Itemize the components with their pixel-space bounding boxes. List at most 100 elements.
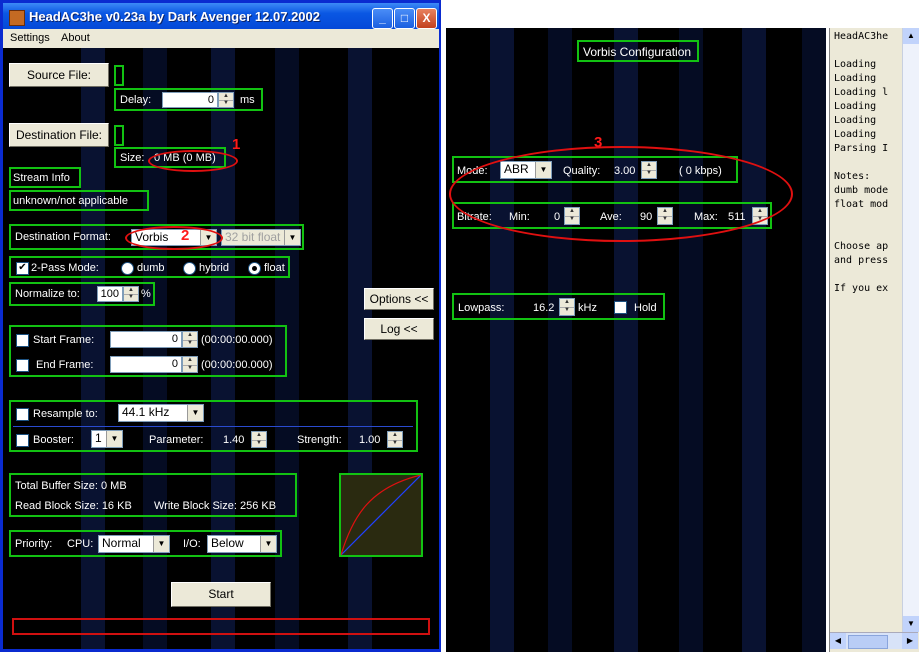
resample-select[interactable]: 44.1 kHz ▼ [118,404,204,422]
two-pass-checkbox[interactable]: ✔ [16,262,29,275]
destination-file-path [114,125,124,146]
scroll-up-icon[interactable]: ▲ [903,28,919,44]
stream-info-group: Stream Info [9,167,81,188]
priority-group: Priority: CPU: Normal ▼ I/O: Below ▼ [9,530,282,557]
resample-label: Resample to: [33,408,98,420]
lowpass-unit: kHz [578,302,597,314]
log-horizontal-scrollbar[interactable]: ◀ ▶ [830,632,918,649]
parameter-value: 1.40 [223,434,245,446]
normalize-input[interactable]: 100 [97,286,123,302]
stream-info-value: unknown/not applicable [13,195,128,207]
start-frame-input[interactable]: 0 [110,331,182,348]
delay-spinner[interactable]: ▲ ▼ [218,92,234,108]
size-label: Size: [120,152,145,164]
bit-format-value: 32 bit float [225,230,281,244]
main-panel: Source File: Delay: 0 ▲ ▼ ms Destination … [3,48,439,649]
start-frame-spinner[interactable]: ▲ ▼ [182,331,198,348]
normalize-spinner[interactable]: ▲ ▼ [123,286,139,302]
hold-label: Hold [634,302,657,314]
strength-value: 1.00 [359,434,381,446]
resample-value: 44.1 kHz [122,405,170,419]
booster-curve-graph [339,473,423,557]
end-frame-label: End Frame: [36,359,94,371]
end-frame-checkbox[interactable] [16,359,29,372]
minimize-button[interactable]: _ [372,8,393,29]
bit-format-select: 32 bit float ▼ [221,229,301,246]
booster-label: Booster: [33,434,74,446]
parameter-label: Parameter: [149,434,204,446]
strength-label: Strength: [297,434,342,446]
delay-label: Delay: [120,94,152,106]
stream-info-label: Stream Info [13,172,70,184]
lowpass-label: Lowpass: [458,302,505,314]
cpu-priority-value: Normal [102,536,141,550]
frames-group: Start Frame: 0 ▲ ▼ (00:00:00.000) End Fra… [9,325,287,377]
source-file-path [114,65,124,86]
total-buffer-text: Total Buffer Size: 0 MB [15,480,127,492]
annotation-ellipse-1 [148,150,238,172]
booster-value: 1 [95,431,102,445]
scroll-down-icon[interactable]: ▼ [903,616,919,632]
curve-plot [341,475,421,555]
menu-about[interactable]: About [61,32,90,44]
parameter-spinner[interactable]: ▲ ▼ [251,431,267,448]
title-bar[interactable]: HeadAC3he v0.23a by Dark Avenger 12.07.2… [3,3,439,29]
radio-dumb[interactable] [121,262,134,275]
menu-bar: Settings About [3,29,439,48]
log-text[interactable]: HeadAC3he Loading Loading Loading l Load… [834,30,888,296]
end-frame-input[interactable]: 0 [110,356,182,373]
booster-select[interactable]: 1 ▼ [91,430,123,448]
main-window: HeadAC3he v0.23a by Dark Avenger 12.07.2… [0,0,441,652]
two-pass-label: 2-Pass Mode: [31,262,99,274]
vorbis-config-panel: Vorbis Configuration 3 Mode: ABR ▼ Quali… [446,28,826,652]
source-file-button[interactable]: Source File: [9,63,109,87]
annotation-ellipse-3 [449,146,793,242]
lowpass-value: 16.2 [533,302,555,314]
radio-float[interactable] [248,262,261,275]
end-frame-spinner[interactable]: ▲ ▼ [182,356,198,373]
io-priority-value: Below [211,536,244,550]
log-button[interactable]: Log << [364,318,434,340]
menu-settings[interactable]: Settings [10,32,50,44]
destination-file-button[interactable]: Destination File: [9,123,109,147]
strength-spinner[interactable]: ▲ ▼ [387,431,403,448]
options-button[interactable]: Options << [364,288,434,310]
io-label: I/O: [183,538,201,550]
normalize-unit: % [141,288,151,300]
start-button[interactable]: Start [171,582,271,607]
annotation-2: 2 [181,227,190,244]
log-panel: HeadAC3he Loading Loading Loading l Load… [829,28,919,652]
radio-hybrid-label: hybrid [199,262,229,274]
scroll-right-icon[interactable]: ▶ [902,633,918,649]
hold-checkbox[interactable] [614,301,627,314]
priority-label: Priority: [15,538,53,550]
normalize-group: Normalize to: 100 ▲ ▼ % [9,282,155,306]
radio-float-label: float [264,262,285,274]
log-vertical-scrollbar[interactable]: ▲ ▼ [902,28,919,632]
buffer-info-group: Total Buffer Size: 0 MB Read Block Size:… [9,473,297,517]
write-block-text: Write Block Size: 256 KB [154,500,277,512]
cpu-priority-select[interactable]: Normal ▼ [98,535,170,553]
annotation-ellipse-2 [125,226,223,250]
radio-dumb-label: dumb [137,262,165,274]
maximize-button[interactable]: □ [394,8,415,29]
start-frame-checkbox[interactable] [16,334,29,347]
annotation-1: 1 [232,136,241,153]
io-priority-select[interactable]: Below ▼ [207,535,277,553]
chevron-down-icon: ▼ [153,536,169,552]
scroll-left-icon[interactable]: ◀ [830,633,846,649]
start-frame-time: (00:00:00.000) [201,334,273,346]
radio-hybrid[interactable] [183,262,196,275]
close-button[interactable]: X [416,8,437,29]
chevron-down-icon: ▼ [106,431,122,447]
lowpass-spinner[interactable]: ▲ ▼ [559,298,575,316]
vorbis-title: Vorbis Configuration [583,45,692,59]
chevron-down-icon: ▼ [187,405,203,421]
delay-input[interactable]: 0 [162,92,218,108]
booster-checkbox[interactable] [16,434,29,447]
horizontal-scroll-thumb[interactable] [848,635,888,649]
resample-checkbox[interactable] [16,408,29,421]
app-icon [9,10,25,26]
chevron-down-icon: ▼ [260,536,276,552]
delay-unit: ms [240,94,255,106]
